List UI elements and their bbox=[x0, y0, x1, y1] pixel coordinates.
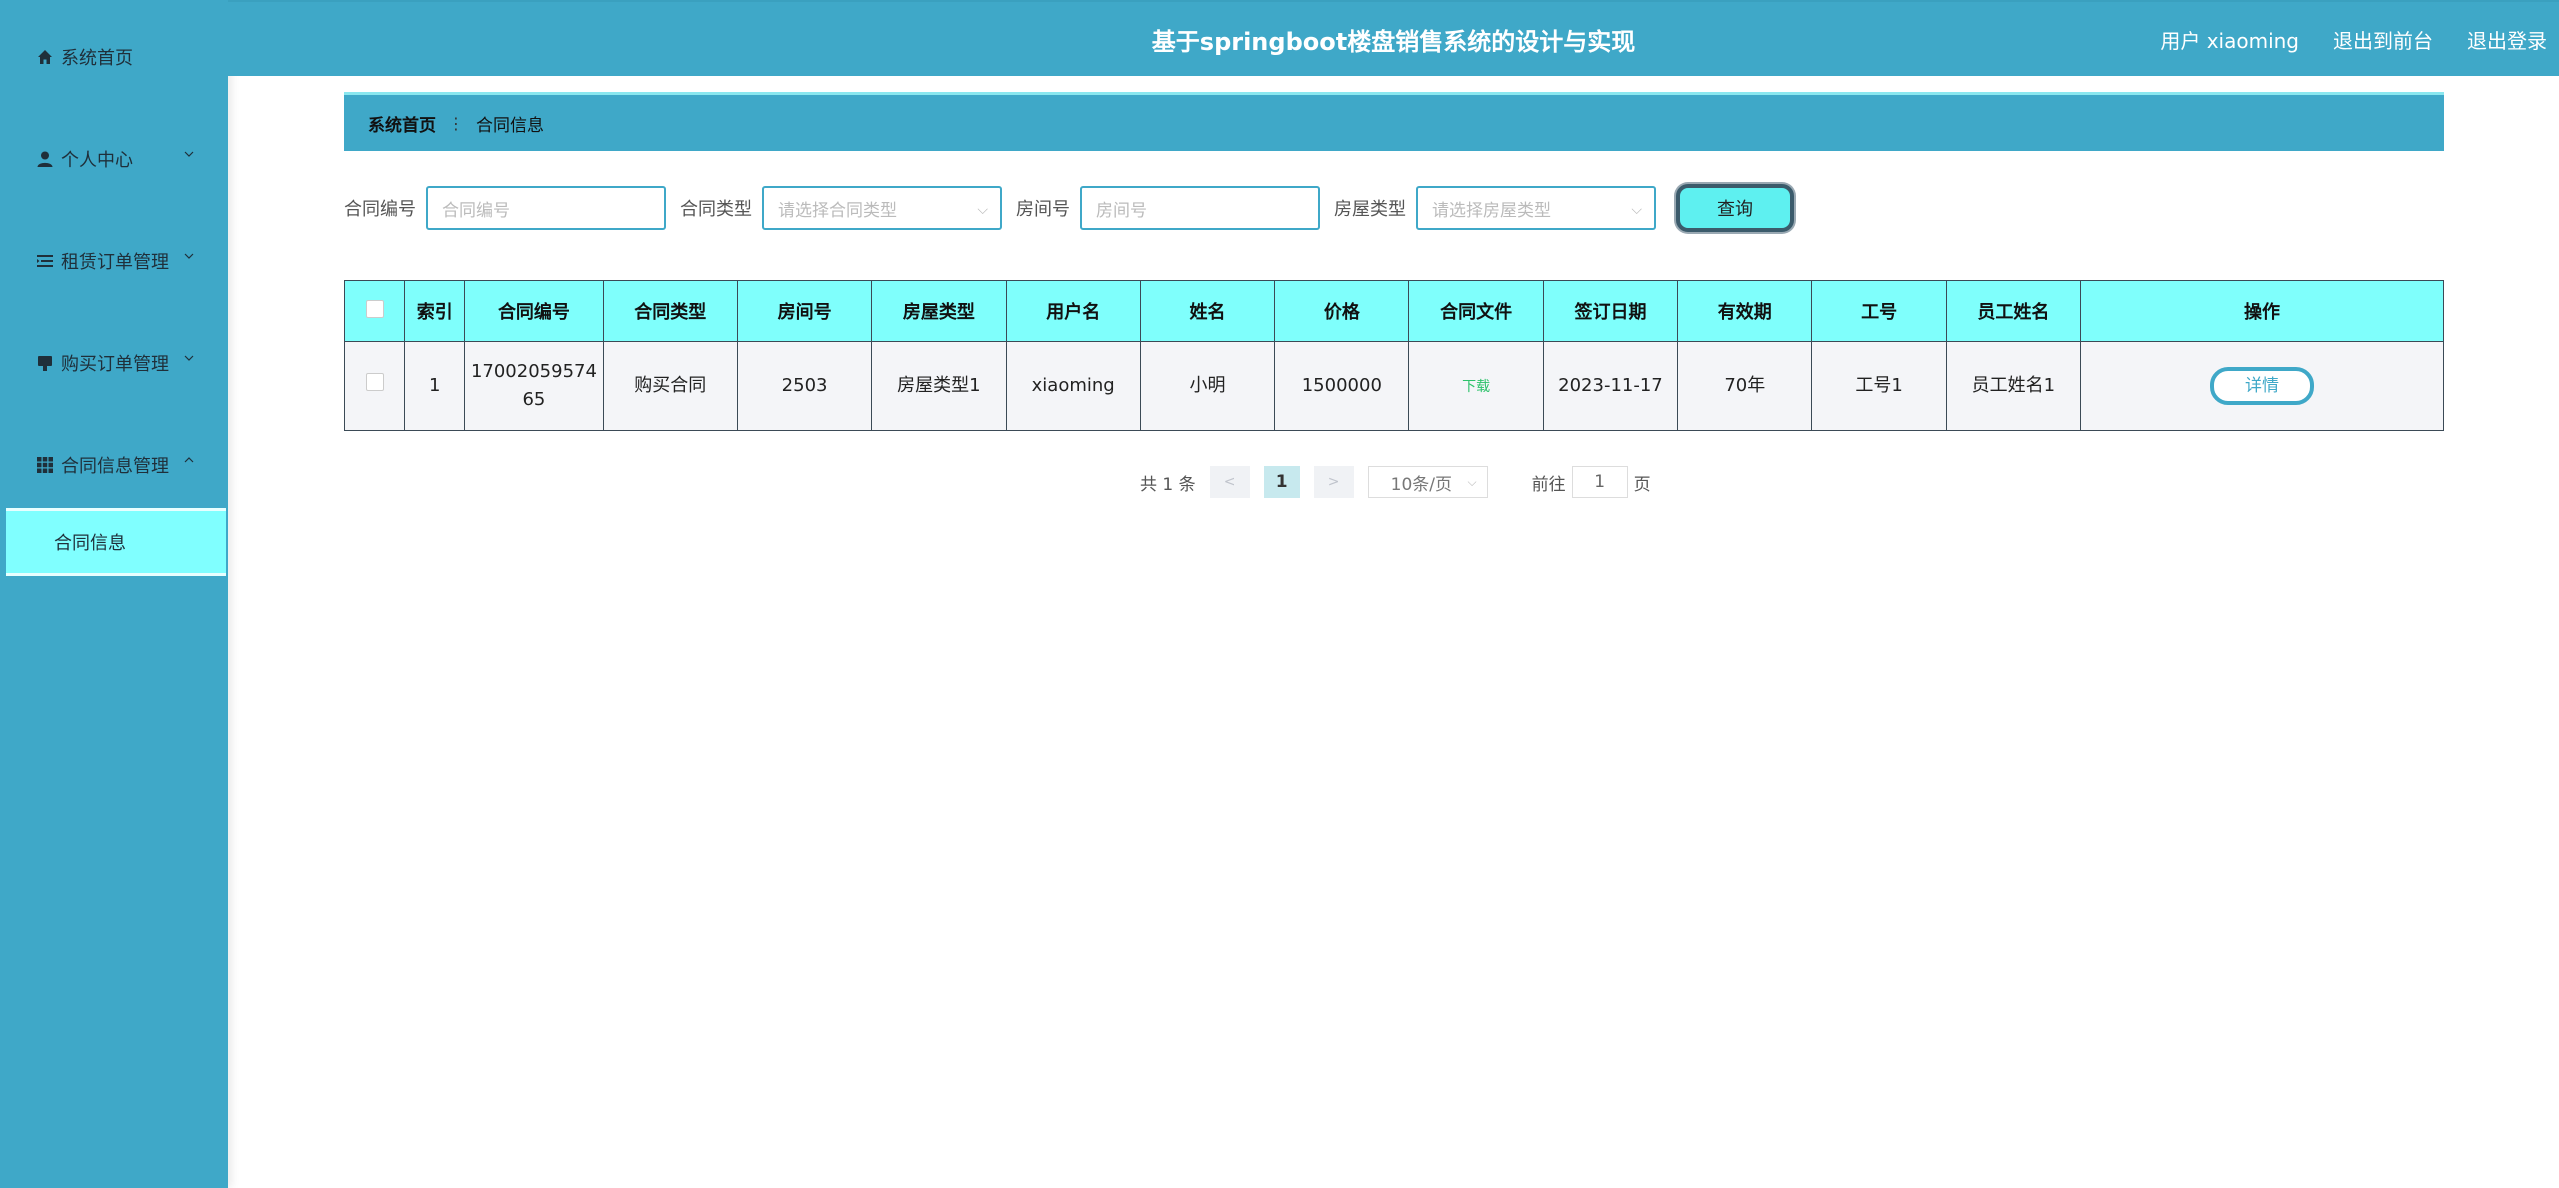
sidebar-item-personal[interactable]: 个人中心 bbox=[0, 134, 228, 184]
sidebar-item-label: 系统首页 bbox=[61, 48, 133, 69]
col-header: 合同编号 bbox=[464, 280, 604, 342]
sidebar-item-label: 个人中心 bbox=[61, 150, 133, 171]
cell-contract-no: 17002059574 65 bbox=[464, 341, 604, 431]
query-button[interactable]: 查询 bbox=[1676, 184, 1794, 232]
table-row: 1 17002059574 65 购买合同 2503 房屋类型1 xiaomin… bbox=[343, 341, 2444, 431]
cell-action: 详情 bbox=[2080, 341, 2444, 431]
row-select-cell bbox=[343, 341, 406, 431]
breadcrumb-home[interactable]: 系统首页 bbox=[368, 111, 436, 136]
sidebar: 系统首页 个人中心 租赁订单管理 购买订单管理 合同信息管理 合同信息 bbox=[0, 0, 228, 1188]
cell-sign-date: 2023-11-17 bbox=[1542, 341, 1679, 431]
room-no-input[interactable]: 房间号 bbox=[1080, 186, 1320, 230]
detail-button[interactable]: 详情 bbox=[2210, 367, 2315, 405]
list-icon bbox=[35, 251, 55, 271]
page-number-button[interactable]: 1 bbox=[1263, 466, 1300, 498]
contract-type-label: 合同类型 bbox=[680, 199, 752, 220]
download-link[interactable]: 下载 bbox=[1462, 379, 1490, 395]
chevron-down-icon bbox=[184, 353, 194, 363]
col-header: 索引 bbox=[404, 280, 466, 342]
room-no-label: 房间号 bbox=[1016, 199, 1070, 220]
breadcrumb: 系统首页 ⋮ 合同信息 bbox=[344, 92, 2444, 151]
col-header: 工号 bbox=[1811, 280, 1947, 342]
col-header: 操作 bbox=[2080, 280, 2444, 342]
prev-page-button[interactable]: < bbox=[1209, 466, 1250, 498]
chevron-down-icon bbox=[184, 149, 194, 159]
page-size-value: 10条/页 bbox=[1390, 474, 1452, 495]
col-header: 员工姓名 bbox=[1945, 280, 2082, 342]
total-count: 共 1 条 bbox=[1140, 474, 1196, 495]
row-checkbox[interactable] bbox=[365, 373, 384, 391]
contract-table: 索引 合同编号 合同类型 房间号 房屋类型 用户名 姓名 价格 合同文件 签订日… bbox=[343, 280, 2444, 431]
chevron-down-icon: ⌵ bbox=[977, 202, 988, 218]
chevron-down-icon: ⌵ bbox=[1631, 202, 1642, 218]
contract-no-label: 合同编号 bbox=[344, 199, 416, 220]
cell-price: 1500000 bbox=[1274, 341, 1410, 431]
page-size-select[interactable]: 10条/页 ⌵ bbox=[1367, 466, 1488, 498]
cell-room-no: 2503 bbox=[736, 341, 873, 431]
back-to-front-link[interactable]: 退出到前台 bbox=[2333, 25, 2433, 54]
cell-emp-no: 工号1 bbox=[1811, 341, 1947, 431]
col-header: 合同类型 bbox=[602, 280, 738, 342]
contract-no-line-1: 17002059574 bbox=[470, 361, 597, 382]
sidebar-item-rental-orders[interactable]: 租赁订单管理 bbox=[0, 236, 228, 286]
contract-no-input[interactable]: 合同编号 bbox=[426, 186, 666, 230]
cell-file: 下载 bbox=[1408, 341, 1544, 431]
sidebar-item-home[interactable]: 系统首页 bbox=[0, 32, 228, 82]
chevron-down-icon bbox=[184, 251, 194, 261]
col-header: 姓名 bbox=[1139, 280, 1276, 342]
house-type-label: 房屋类型 bbox=[1334, 199, 1406, 220]
cell-contract-type: 购买合同 bbox=[602, 341, 738, 431]
house-type-select[interactable]: 请选择房屋类型 ⌵ bbox=[1416, 186, 1656, 230]
house-type-placeholder: 请选择房屋类型 bbox=[1432, 200, 1551, 221]
contract-type-placeholder: 请选择合同类型 bbox=[778, 200, 897, 221]
cell-emp-name: 员工姓名1 bbox=[1945, 341, 2082, 431]
sidebar-item-label: 合同信息管理 bbox=[61, 456, 169, 477]
breadcrumb-separator-icon: ⋮ bbox=[448, 113, 464, 133]
chevron-up-icon bbox=[184, 455, 194, 465]
contract-type-select[interactable]: 请选择合同类型 ⌵ bbox=[762, 186, 1002, 230]
breadcrumb-current: 合同信息 bbox=[476, 115, 544, 136]
cell-name: 小明 bbox=[1139, 341, 1276, 431]
col-header: 用户名 bbox=[1005, 280, 1141, 342]
top-links: 用户 xiaoming 退出到前台 退出登录 bbox=[2160, 2, 2547, 76]
goto-suffix: 页 bbox=[1633, 474, 1651, 495]
cell-house-type: 房屋类型1 bbox=[871, 341, 1007, 431]
room-no-placeholder: 房间号 bbox=[1096, 200, 1147, 221]
sidebar-item-purchase-orders[interactable]: 购买订单管理 bbox=[0, 338, 228, 388]
top-bar: 基于springboot楼盘销售系统的设计与实现 用户 xiaoming 退出到… bbox=[228, 0, 2559, 76]
cell-username: xiaoming bbox=[1005, 341, 1141, 431]
home-icon bbox=[35, 47, 55, 67]
sidebar-item-label: 租赁订单管理 bbox=[61, 252, 169, 273]
col-header: 有效期 bbox=[1677, 280, 1813, 342]
search-bar: 合同编号 合同编号 合同类型 请选择合同类型 ⌵ 房间号 房间号 房屋类型 请选… bbox=[344, 184, 1794, 232]
pagination: 共 1 条 < 1 > 10条/页 ⌵ 前往 1 页 bbox=[1140, 466, 1651, 498]
logout-link[interactable]: 退出登录 bbox=[2467, 25, 2547, 54]
next-page-button[interactable]: > bbox=[1313, 466, 1354, 498]
user-icon bbox=[35, 149, 55, 169]
col-header: 房屋类型 bbox=[871, 280, 1007, 342]
current-user: 用户 xiaoming bbox=[2160, 28, 2299, 53]
contract-no-line-2: 65 bbox=[522, 389, 546, 410]
sidebar-subitem-label: 合同信息 bbox=[54, 533, 126, 554]
sidebar-subitem-contract-info[interactable]: 合同信息 bbox=[6, 508, 226, 576]
goto-page-input[interactable]: 1 bbox=[1571, 466, 1628, 498]
chevron-down-icon: ⌵ bbox=[1467, 475, 1477, 489]
select-all-cell bbox=[343, 280, 406, 342]
col-header: 签订日期 bbox=[1542, 280, 1679, 342]
sidebar-item-label: 购买订单管理 bbox=[61, 354, 169, 375]
col-header: 房间号 bbox=[736, 280, 873, 342]
order-icon bbox=[35, 353, 55, 373]
col-header: 价格 bbox=[1274, 280, 1410, 342]
col-header: 合同文件 bbox=[1408, 280, 1544, 342]
cell-index: 1 bbox=[404, 341, 466, 431]
select-all-checkbox[interactable] bbox=[365, 299, 384, 318]
goto-prefix: 前往 bbox=[1531, 474, 1566, 495]
contract-no-placeholder: 合同编号 bbox=[442, 200, 510, 221]
table-header-row: 索引 合同编号 合同类型 房间号 房屋类型 用户名 姓名 价格 合同文件 签订日… bbox=[343, 280, 2444, 342]
sidebar-item-contract-management[interactable]: 合同信息管理 bbox=[0, 440, 228, 490]
grid-icon bbox=[35, 455, 55, 475]
cell-validity: 70年 bbox=[1677, 341, 1813, 431]
